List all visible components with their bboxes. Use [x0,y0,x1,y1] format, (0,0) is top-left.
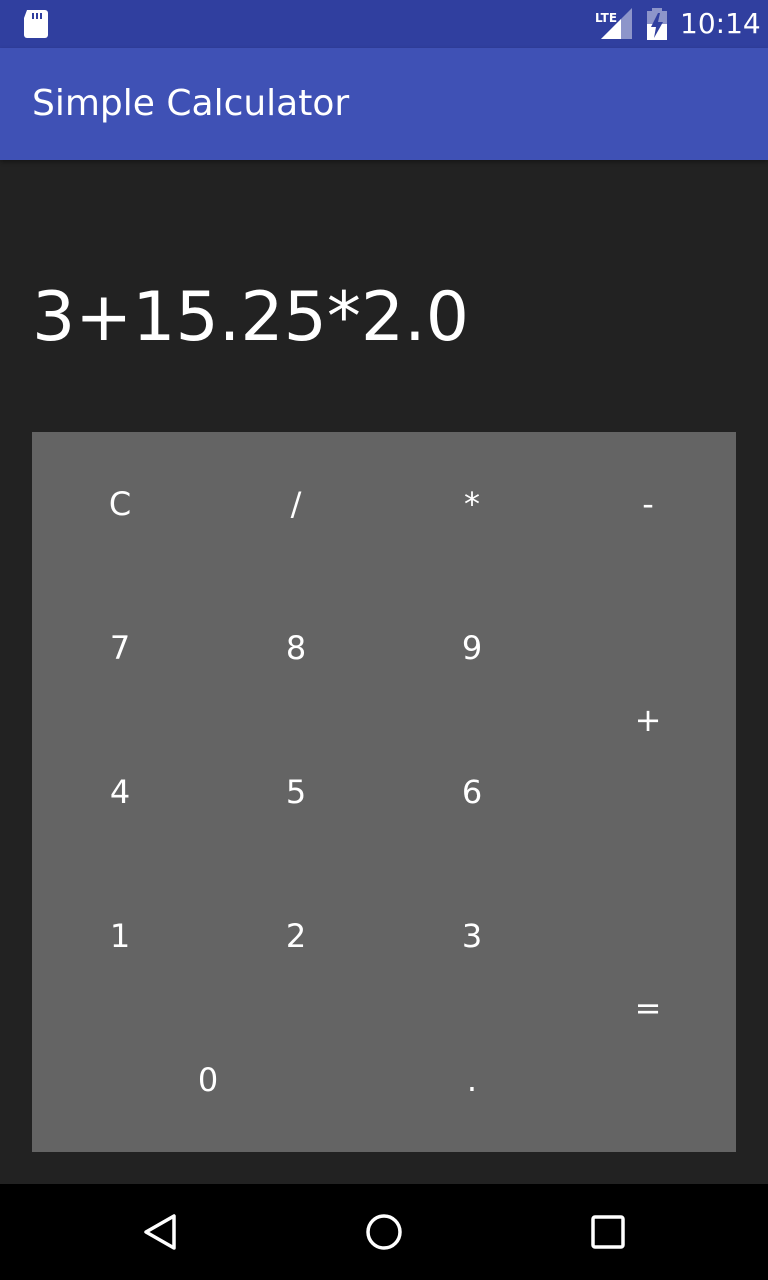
keypad: C / * - 7 8 9 + 4 5 6 1 2 3 = 0 . [32,432,736,1152]
equals-button[interactable]: = [560,864,736,1152]
expression-display: 3+15.25*2.0 [32,278,470,357]
status-clock: 10:14 [680,7,761,40]
digit-7-button[interactable]: 7 [32,576,208,720]
digit-0-button[interactable]: 0 [32,1008,384,1152]
app-bar: Simple Calculator [0,48,768,160]
navigation-bar [0,1184,768,1280]
decimal-point-button[interactable]: . [384,1008,560,1152]
multiply-button[interactable]: * [384,432,560,576]
battery-charging-icon [647,8,667,40]
digit-6-button[interactable]: 6 [384,720,560,864]
digit-9-button[interactable]: 9 [384,576,560,720]
digit-2-button[interactable]: 2 [208,864,384,1008]
status-bar: LTE 10:14 [0,0,768,48]
back-icon[interactable] [136,1208,184,1256]
recents-icon[interactable] [584,1208,632,1256]
network-type-label: LTE [595,11,617,25]
digit-1-button[interactable]: 1 [32,864,208,1008]
minus-button[interactable]: - [560,432,736,576]
signal-icon: LTE [595,8,632,39]
home-icon[interactable] [360,1208,408,1256]
plus-button[interactable]: + [560,576,736,864]
app-title: Simple Calculator [32,83,350,124]
clear-button[interactable]: C [32,432,208,576]
digit-5-button[interactable]: 5 [208,720,384,864]
digit-3-button[interactable]: 3 [384,864,560,1008]
divide-button[interactable]: / [208,432,384,576]
digit-8-button[interactable]: 8 [208,576,384,720]
sd-card-icon [24,10,48,38]
digit-4-button[interactable]: 4 [32,720,208,864]
